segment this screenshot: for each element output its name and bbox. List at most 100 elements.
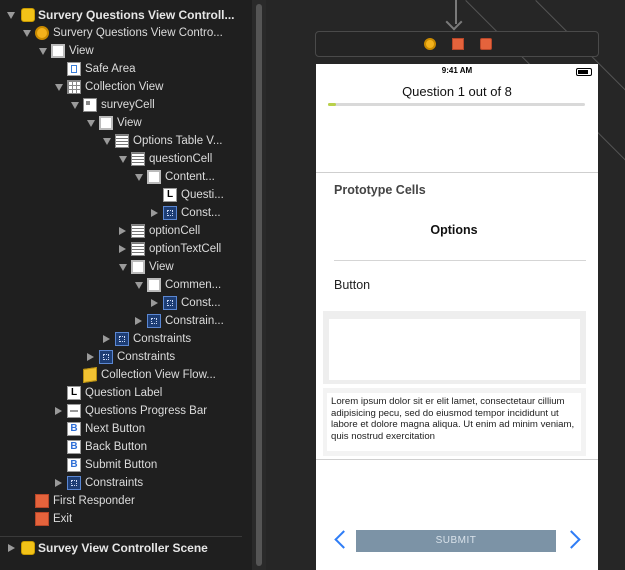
collection-view-icon (67, 80, 81, 94)
option-text-field[interactable] (329, 319, 580, 380)
scrollbar-thumb[interactable] (256, 4, 262, 566)
disclosure-down-icon[interactable] (23, 30, 31, 37)
outline-row[interactable]: View (0, 258, 250, 276)
disclosure-right-icon[interactable] (119, 245, 126, 253)
option-button[interactable]: Button (334, 278, 370, 292)
outline-row[interactable]: Questions Progress Bar (0, 402, 250, 420)
disclosure-down-icon[interactable] (119, 156, 127, 163)
outline-row-label: Content... (165, 171, 215, 183)
outline-row-label: View (149, 261, 174, 273)
view-icon (131, 260, 145, 274)
scene-dock[interactable] (315, 31, 599, 57)
outline-row-label: Survery Questions View Contro... (53, 27, 223, 39)
outline-row[interactable]: optionTextCell (0, 240, 250, 258)
disclosure-down-icon[interactable] (55, 84, 63, 91)
outline-row-label: Constraints (85, 477, 144, 489)
chevron-left-icon (334, 530, 353, 549)
disclosure-down-icon[interactable] (135, 174, 143, 181)
outline-row[interactable]: optionCell (0, 222, 250, 240)
outline-row[interactable]: Constraints (0, 330, 250, 348)
question-label[interactable]: Question 1 out of 8 (316, 84, 598, 99)
table-cell-icon (131, 242, 145, 256)
disclosure-right-icon[interactable] (103, 335, 110, 343)
button-icon: B (67, 458, 81, 472)
outline-row[interactable]: L Questi... (0, 186, 250, 204)
outline-row[interactable]: Const... (0, 294, 250, 312)
outline-row-label: Const... (181, 207, 221, 219)
view-icon (147, 278, 161, 292)
comment-text-view[interactable]: Lorem ipsum dolor sit er elit lamet, con… (327, 393, 581, 451)
outline-row[interactable]: View (0, 42, 250, 60)
outline-row[interactable]: Const... (0, 204, 250, 222)
outline-scrollbar[interactable] (252, 0, 266, 570)
progress-bar-icon (67, 404, 81, 418)
disclosure-down-icon[interactable] (119, 264, 127, 271)
outline-row-label: Back Button (85, 441, 148, 453)
disclosure-down-icon[interactable] (39, 48, 47, 55)
first-responder-icon[interactable] (452, 38, 464, 50)
outline-row[interactable]: questionCell (0, 150, 250, 168)
exit-icon[interactable] (480, 38, 492, 50)
outline-row[interactable]: Safe Area (0, 60, 250, 78)
outline-row[interactable]: Commen... (0, 276, 250, 294)
outline-row[interactable]: L Question Label (0, 384, 250, 402)
progress-fill (328, 103, 336, 106)
disclosure-down-icon[interactable] (135, 282, 143, 289)
comment-cell[interactable]: Lorem ipsum dolor sit er elit lamet, con… (323, 388, 586, 456)
scene-title: Survey View Controller Scene (38, 541, 208, 555)
disclosure-down-icon[interactable] (87, 120, 95, 127)
device-screen[interactable]: 9:41 AM Question 1 out of 8 Prototype Ce… (316, 64, 598, 570)
outline-row[interactable]: Constraints (0, 474, 250, 492)
disclosure-right-icon[interactable] (87, 353, 94, 361)
storyboard-canvas[interactable]: 9:41 AM Question 1 out of 8 Prototype Ce… (266, 0, 625, 570)
view-icon (147, 170, 161, 184)
outline-row[interactable]: First Responder (0, 492, 250, 510)
submit-button[interactable]: SUBMIT (356, 530, 556, 552)
back-button[interactable] (332, 530, 353, 550)
options-label[interactable]: Options (316, 223, 592, 237)
entry-point-arrow-icon[interactable] (455, 0, 457, 24)
view-controller-icon[interactable] (424, 38, 436, 50)
outline-row[interactable]: Constrain... (0, 312, 250, 330)
label-icon: L (163, 188, 177, 202)
outline-row-label: Next Button (85, 423, 146, 435)
outline-row[interactable]: Survery Questions View Contro... (0, 24, 250, 42)
outline-row[interactable]: Content... (0, 168, 250, 186)
prototype-cells-header: Prototype Cells (334, 183, 426, 197)
outline-row[interactable]: Options Table V... (0, 132, 250, 150)
disclosure-right-icon[interactable] (55, 407, 62, 415)
outline-row[interactable]: Collection View (0, 78, 250, 96)
disclosure-down-icon[interactable] (103, 138, 111, 145)
outline-row-label: optionTextCell (149, 243, 222, 255)
outline-row[interactable]: B Submit Button (0, 456, 250, 474)
disclosure-down-icon[interactable] (7, 12, 15, 19)
disclosure-right-icon[interactable] (151, 209, 158, 217)
options-table-view[interactable]: Prototype Cells Options Button Lorem ips… (316, 172, 598, 460)
outline-row-label: Submit Button (85, 459, 158, 471)
disclosure-right-icon[interactable] (55, 479, 62, 487)
outline-row[interactable]: B Next Button (0, 420, 250, 438)
disclosure-down-icon[interactable] (71, 102, 79, 109)
disclosure-right-icon[interactable] (8, 544, 15, 552)
view-icon (51, 44, 65, 58)
disclosure-right-icon[interactable] (151, 299, 158, 307)
outline-row-label: questionCell (149, 153, 213, 165)
outline-row[interactable]: Exit (0, 510, 250, 528)
questions-progress-bar[interactable] (328, 103, 585, 106)
outline-row-label: Questi... (181, 189, 224, 201)
option-text-cell[interactable] (323, 311, 586, 384)
outline-row[interactable]: B Back Button (0, 438, 250, 456)
outline-row-label: Options Table V... (133, 135, 223, 147)
next-button[interactable] (562, 530, 581, 550)
outline-row-label: Constraints (133, 333, 192, 345)
outline-row-label: View (69, 45, 94, 57)
outline-row[interactable]: View (0, 114, 250, 132)
outline-row-label: surveyCell (101, 99, 155, 111)
outline-row-label: Safe Area (85, 63, 136, 75)
outline-row[interactable]: Collection View Flow... (0, 366, 250, 384)
outline-row[interactable]: surveyCell (0, 96, 250, 114)
disclosure-right-icon[interactable] (119, 227, 126, 235)
outline-row[interactable]: Constraints (0, 348, 250, 366)
flow-layout-icon (83, 367, 97, 383)
disclosure-right-icon[interactable] (135, 317, 142, 325)
